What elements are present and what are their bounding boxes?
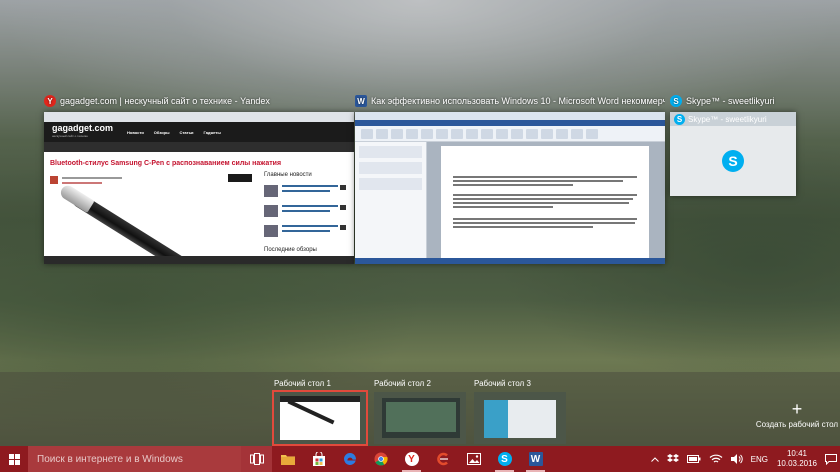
inner-taskbar — [44, 256, 354, 264]
yandex-icon: Y — [44, 95, 56, 107]
search-placeholder: Поиск в интернете и в Windows — [37, 453, 183, 465]
skype-icon: S — [670, 95, 682, 107]
word-document-area — [355, 142, 665, 264]
taskbar-photos[interactable] — [458, 446, 489, 472]
word-icon: W — [528, 452, 543, 466]
desktop-2[interactable]: Рабочий стол 2 — [374, 379, 466, 444]
windows-logo-icon — [8, 453, 20, 465]
window-thumbnail[interactable] — [355, 112, 665, 264]
desktop-1[interactable]: Рабочий стол 1 — [272, 379, 368, 446]
volume-tray[interactable] — [727, 446, 747, 472]
language-indicator[interactable]: ENG — [747, 446, 772, 472]
article-headline: Bluetooth-стилус Samsung C-Pen с распозн… — [50, 160, 282, 167]
desktop-label: Рабочий стол 1 — [274, 379, 331, 388]
system-tray: ENG 10:41 10.03.2016 — [647, 446, 840, 472]
window-word[interactable]: W Как эффективно использовать Windows 10… — [355, 92, 665, 272]
document-page — [441, 146, 649, 258]
skype-window-title: Skype™ - sweetlikyuri — [688, 114, 767, 124]
desktop-label: Рабочий стол 2 — [374, 379, 431, 388]
window-thumbnail[interactable]: gagadget.com нескучный сайт о технике Но… — [44, 112, 354, 264]
folder-icon — [280, 455, 295, 465]
skype-title-bar: S Skype™ - sweetlikyuri — [670, 112, 796, 126]
wifi-icon — [709, 454, 723, 463]
task-view-icon — [249, 453, 264, 465]
window-title: Как эффективно использовать Windows 10 -… — [371, 96, 665, 106]
plus-icon: + — [791, 399, 803, 419]
window-title-bar[interactable]: S Skype™ - sweetlikyuri — [670, 92, 796, 110]
desktop-thumbnail[interactable] — [272, 390, 368, 446]
taskbar: Поиск в интернете и в Windows Y S W ENG … — [0, 446, 840, 472]
window-title: gagadget.com | нескучный сайт о технике … — [60, 96, 270, 106]
taskbar-file-explorer[interactable] — [272, 446, 303, 472]
sidebar-title-reviews: Последние обзоры — [264, 247, 317, 253]
task-view-button[interactable] — [241, 446, 272, 472]
word-ribbon — [355, 112, 665, 142]
site-subnav — [44, 142, 354, 152]
dropbox-icon — [666, 454, 679, 462]
notification-icon — [825, 453, 837, 465]
skype-icon: S — [497, 452, 512, 466]
news-item — [264, 204, 346, 220]
share-badge — [228, 174, 252, 182]
action-center-button[interactable] — [822, 446, 840, 472]
language-label: ENG — [750, 454, 768, 464]
taskbar-edge[interactable] — [334, 446, 365, 472]
browser-tabbar — [44, 112, 354, 122]
taskbar-chrome[interactable] — [365, 446, 396, 472]
chevron-up-icon — [650, 456, 659, 462]
search-box[interactable]: Поиск в интернете и в Windows — [28, 446, 241, 472]
site-page: Bluetooth-стилус Samsung C-Pen с распозн… — [44, 152, 354, 264]
clock[interactable]: 10:41 10.03.2016 — [772, 449, 822, 469]
taskbar-skype[interactable]: S — [489, 446, 520, 472]
news-item — [264, 224, 346, 240]
window-title: Skype™ - sweetlikyuri — [686, 96, 775, 106]
sidebar-title: Главные новости — [264, 172, 312, 178]
desktop-3[interactable]: Рабочий стол 3 — [474, 379, 566, 444]
window-yandex-browser[interactable]: Y gagadget.com | нескучный сайт о техник… — [44, 92, 354, 272]
desktop-label: Рабочий стол 3 — [474, 379, 531, 388]
taskbar-ccleaner[interactable] — [427, 446, 458, 472]
store-icon — [312, 452, 325, 466]
clock-time: 10:41 — [786, 449, 808, 458]
show-hidden-icons[interactable] — [647, 446, 663, 472]
start-button[interactable] — [0, 446, 28, 472]
window-title-bar[interactable]: Y gagadget.com | нескучный сайт о техник… — [44, 92, 354, 110]
taskbar-yandex[interactable]: Y — [396, 446, 427, 472]
window-thumbnail[interactable]: S Skype™ - sweetlikyuri S — [670, 112, 796, 196]
site-nav: Новости Обзоры Статьи Гаджеты — [127, 129, 221, 135]
stylus-image — [70, 191, 248, 264]
word-icon: W — [355, 95, 367, 107]
ccleaner-icon — [436, 452, 448, 466]
news-item — [264, 184, 346, 200]
taskbar-store[interactable] — [303, 446, 334, 472]
battery-tray[interactable] — [683, 446, 705, 472]
word-status-bar — [355, 258, 665, 264]
photos-icon — [466, 453, 481, 465]
desktop-thumbnail[interactable] — [374, 392, 466, 444]
speaker-icon — [730, 454, 743, 464]
new-desktop-label: Создать рабочий стол — [755, 420, 839, 429]
window-skype[interactable]: S Skype™ - sweetlikyuri S Skype™ - sweet… — [670, 92, 796, 196]
yandex-icon: Y — [404, 452, 419, 466]
dropbox-tray[interactable] — [663, 446, 683, 472]
edge-icon — [343, 453, 356, 465]
skype-icon: S — [674, 113, 685, 125]
navigation-pane — [355, 142, 427, 258]
chrome-icon — [374, 452, 388, 466]
window-title-bar[interactable]: W Как эффективно использовать Windows 10… — [355, 92, 665, 110]
site-header: gagadget.com нескучный сайт о технике Но… — [44, 122, 354, 142]
stylus-tip-image — [58, 183, 95, 213]
skype-logo-icon: S — [722, 150, 744, 172]
desktop-thumbnail[interactable] — [474, 392, 566, 444]
battery-icon — [686, 455, 701, 463]
author-avatar — [50, 176, 58, 184]
taskbar-word[interactable]: W — [520, 446, 551, 472]
clock-date: 10.03.2016 — [776, 459, 818, 468]
network-tray[interactable] — [705, 446, 727, 472]
site-logo: gagadget.com нескучный сайт о технике — [52, 123, 114, 139]
new-desktop-button[interactable]: + Создать рабочий стол — [752, 400, 840, 429]
